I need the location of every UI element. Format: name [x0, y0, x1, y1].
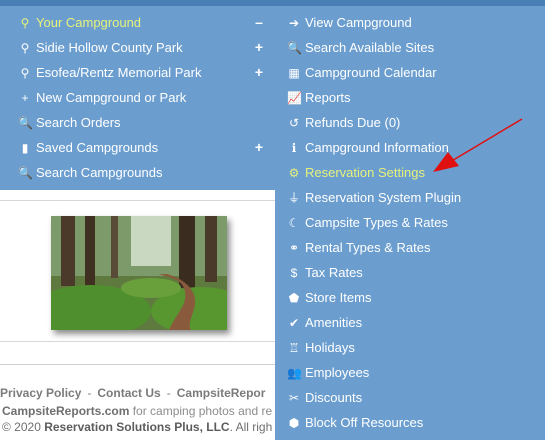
search-icon: 🔍 — [18, 166, 33, 180]
menu-item-label: Amenities — [305, 315, 363, 330]
menu-item-label: Your Campground — [36, 15, 142, 30]
menu-item-search-available-sites[interactable]: 🔍 Search Available Sites — [287, 35, 537, 60]
menu-item-label: Store Items — [305, 290, 372, 305]
menu-item-label: Campsite Types & Rates — [305, 215, 448, 230]
footer-separator: - — [87, 386, 92, 400]
footer-copyright: © 2020 Reservation Solutions Plus, LLC. … — [2, 420, 272, 434]
calendar-icon: ▦ — [288, 66, 300, 80]
menu-item-label: Tax Rates — [305, 265, 363, 280]
menu-item-new-campground-or-park[interactable]: + New Campground or Park — [18, 85, 268, 110]
plug-icon: ⏚ — [287, 191, 300, 205]
menu-item-block-off-resources[interactable]: ⬢ Block Off Resources — [287, 410, 537, 435]
expand-icon[interactable]: + — [250, 60, 268, 85]
scissors-icon: ✂ — [288, 391, 300, 405]
footer-separator: - — [166, 386, 171, 400]
menu-item-campground-information[interactable]: ℹ Campground Information — [287, 135, 537, 160]
menu-item-label: View Campground — [305, 15, 412, 30]
footer-tagline-text: for camping photos and re — [129, 404, 273, 418]
menu-item-label: Reservation System Plugin — [305, 190, 462, 205]
menu-item-label: Employees — [305, 365, 370, 380]
menu-item-label: Refunds Due (0) — [305, 115, 401, 130]
contact-us-link[interactable]: Contact Us — [97, 386, 160, 400]
campground-menu: ⚲ Your Campground – ⚲ Sidie Hollow County Pa… — [0, 6, 275, 190]
menu-item-label: Saved Campgrounds — [36, 140, 159, 155]
plus-icon: + — [21, 91, 29, 105]
footer-links: Privacy Policy - Contact Us - CampsiteRepor — [0, 386, 265, 400]
holiday-icon: ♖ — [288, 341, 300, 355]
menu-item-label: Search Campgrounds — [36, 165, 163, 180]
forest-trail-image — [51, 216, 227, 330]
copyright-prefix: © 2020 — [2, 420, 45, 434]
menu-item-label: Holidays — [305, 340, 355, 355]
tags-icon: ⬟ — [288, 291, 300, 305]
menu-item-label: New Campground or Park — [36, 90, 187, 105]
menu-item-label: Campground Calendar — [305, 65, 437, 80]
expand-icon[interactable]: + — [250, 35, 268, 60]
footer-tagline: CampsiteReports.com for camping photos a… — [2, 404, 272, 418]
info-icon: ℹ — [291, 141, 297, 155]
menu-item-reservation-system-plugin[interactable]: ⏚ Reservation System Plugin — [287, 185, 537, 210]
menu-item-amenities[interactable]: ✔ Amenities — [287, 310, 537, 335]
footer-divider — [0, 364, 280, 365]
menu-item-rental-types-rates[interactable]: ⚭ Rental Types & Rates — [287, 235, 537, 260]
menu-item-label: Campground Information — [305, 140, 449, 155]
menu-item-campground-calendar[interactable]: ▦ Campground Calendar — [287, 60, 537, 85]
privacy-policy-link[interactable]: Privacy Policy — [0, 386, 81, 400]
line-chart-icon: 📈 — [287, 91, 302, 105]
bicycle-icon: ⚭ — [288, 241, 300, 255]
menu-item-label: Discounts — [305, 390, 363, 405]
menu-item-sidie-hollow-county-park[interactable]: ⚲ Sidie Hollow County Park + — [18, 35, 268, 60]
expand-icon[interactable]: + — [250, 135, 268, 160]
menu-item-esofea-rentz-memorial-park[interactable]: ⚲ Esofea/Rentz Memorial Park + — [18, 60, 268, 85]
menu-item-label: Reports — [305, 90, 351, 105]
copyright-company: Reservation Solutions Plus, LLC — [44, 420, 230, 434]
footer-brand: CampsiteReports.com — [2, 404, 130, 418]
search-icon: 🔍 — [287, 41, 302, 55]
map-marker-icon: ⚲ — [20, 41, 30, 55]
menu-item-label: Esofea/Rentz Memorial Park — [36, 65, 202, 80]
map-marker-icon: ⚲ — [20, 16, 30, 30]
collapse-icon[interactable]: – — [250, 10, 268, 35]
menu-item-refunds-due-0[interactable]: ↺ Refunds Due (0) — [287, 110, 537, 135]
menu-item-store-items[interactable]: ⬟ Store Items — [287, 285, 537, 310]
check-icon: ✔ — [288, 316, 300, 330]
menu-item-employees[interactable]: 👥 Employees — [287, 360, 537, 385]
bookmark-icon: ▮ — [21, 141, 29, 155]
menu-item-search-orders[interactable]: 🔍 Search Orders — [18, 110, 268, 135]
arrow-right-icon: ➔ — [288, 16, 300, 30]
search-icon: 🔍 — [18, 116, 33, 130]
campsite-reports-link[interactable]: CampsiteRepor — [177, 386, 266, 400]
menu-item-holidays[interactable]: ♖ Holidays — [287, 335, 537, 360]
map-marker-icon: ⚲ — [20, 66, 30, 80]
menu-item-label: Rental Types & Rates — [305, 240, 431, 255]
menu-item-label: Search Orders — [36, 115, 121, 130]
menu-item-campsite-types-rates[interactable]: ☾ Campsite Types & Rates — [287, 210, 537, 235]
menu-item-discounts[interactable]: ✂ Discounts — [287, 385, 537, 410]
users-icon: 👥 — [287, 366, 302, 380]
menu-item-label: Block Off Resources — [305, 415, 424, 430]
dollar-icon: $ — [290, 266, 298, 280]
menu-item-view-campground[interactable]: ➔ View Campground — [287, 10, 537, 35]
menu-item-saved-campgrounds[interactable]: ▮ Saved Campgrounds + — [18, 135, 268, 160]
menu-item-tax-rates[interactable]: $ Tax Rates — [287, 260, 537, 285]
campground-submenu: ➔ View Campground 🔍 Search Available Sites ▦… — [275, 6, 545, 440]
cube-icon: ⬢ — [288, 416, 300, 430]
undo-icon: ↺ — [288, 116, 300, 130]
menu-item-search-campgrounds[interactable]: 🔍 Search Campgrounds — [18, 160, 268, 185]
menu-item-label: Sidie Hollow County Park — [36, 40, 183, 55]
campground-photo[interactable] — [51, 216, 227, 330]
menu-item-reservation-settings[interactable]: ⚙ Reservation Settings — [287, 160, 537, 185]
menu-item-label: Search Available Sites — [305, 40, 435, 55]
copyright-suffix: . All righ — [229, 420, 273, 434]
gear-icon: ⚙ — [288, 166, 300, 180]
menu-item-your-campground[interactable]: ⚲ Your Campground – — [18, 10, 268, 35]
menu-item-reports[interactable]: 📈 Reports — [287, 85, 537, 110]
moon-icon: ☾ — [288, 216, 300, 230]
menu-item-label: Reservation Settings — [305, 165, 425, 180]
